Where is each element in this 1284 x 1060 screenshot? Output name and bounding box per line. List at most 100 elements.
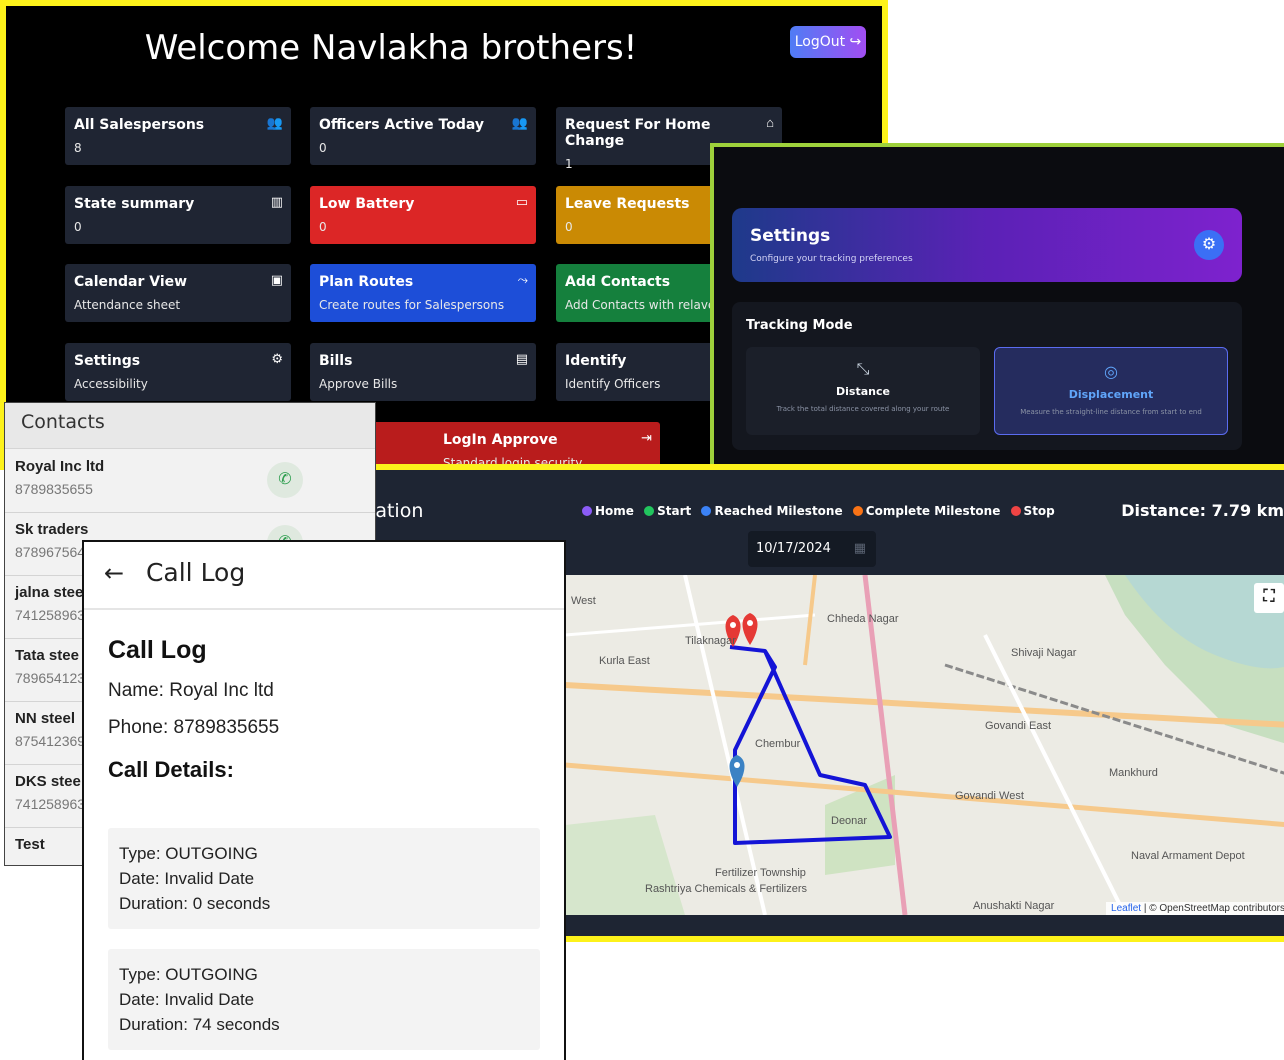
call-date: Date: Invalid Date <box>119 869 255 888</box>
call-type: Type: OUTGOING <box>119 844 258 863</box>
phone-icon[interactable]: ✆ <box>267 462 303 498</box>
card-title: Low Battery <box>319 196 415 212</box>
card-value: 8 <box>74 141 82 155</box>
card-value: 0 <box>319 141 327 155</box>
legend-dot-home <box>582 506 592 516</box>
login-icon: ⇥ <box>641 430 652 445</box>
ruler-icon: ⤡ <box>856 361 870 378</box>
card-all-salespersons[interactable]: All Salespersons 8 👥 <box>65 107 291 165</box>
settings-header: Settings Configure your tracking prefere… <box>732 208 1242 282</box>
logout-button[interactable]: LogOut ↪ <box>790 26 866 58</box>
card-title: Settings <box>74 353 141 369</box>
users-icon: 👥 <box>266 115 283 130</box>
call-log-panel: ← Call Log Call Log Name: Royal Inc ltd … <box>82 540 566 1060</box>
map-label: Chembur <box>755 738 801 750</box>
map-pin-icon: ◎ <box>1104 364 1118 381</box>
card-value: 0 <box>319 220 327 234</box>
card-settings[interactable]: Settings Accessibility ⚙ <box>65 343 291 401</box>
map-legend: Home Start Reached Milestone Complete Mi… <box>576 504 1055 518</box>
call-log-heading: Call Log <box>108 636 207 664</box>
legend-start: Start <box>657 504 692 518</box>
card-state-summary[interactable]: State summary 0 ▥ <box>65 186 291 244</box>
settings-title: Settings <box>750 226 831 246</box>
mode-label: Displacement <box>1068 388 1154 401</box>
call-date: Date: Invalid Date <box>119 990 255 1009</box>
mode-description: Track the total distance covered along y… <box>776 405 950 413</box>
card-title: Officers Active Today <box>319 117 485 133</box>
card-low-battery[interactable]: Low Battery 0 ▭ <box>310 186 536 244</box>
map-label: Govandi East <box>985 720 1052 732</box>
map-label: Mankhurd <box>1109 767 1158 779</box>
map-label: Anushakti Nagar <box>973 900 1055 912</box>
legend-dot-complete <box>852 506 863 516</box>
card-title: State summary <box>74 196 195 212</box>
calendar-icon: ▦ <box>853 541 866 556</box>
mode-description: Measure the straight-line distance from … <box>1020 408 1202 416</box>
leaflet-link[interactable]: Leaflet <box>1111 903 1141 914</box>
logout-label: LogOut <box>794 34 846 50</box>
card-title: Bills <box>319 353 353 369</box>
map-label: Rashtriya Chemicals & Fertilizers <box>645 883 807 895</box>
logout-icon: ↪ <box>849 34 862 50</box>
contact-phone-line: Phone: 8789835655 <box>108 717 280 738</box>
contact-name-line: Name: Royal Inc ltd <box>108 680 274 701</box>
call-duration: Duration: 74 seconds <box>119 1015 280 1034</box>
contact-row[interactable]: Royal Inc ltd 8789835655 ✆ <box>5 450 375 513</box>
date-picker[interactable]: 10/17/2024 ▦ <box>748 531 876 567</box>
mode-label: Distance <box>836 385 890 398</box>
map-canvas <box>565 575 1284 915</box>
attribution-text: | © OpenStreetMap contributors <box>1143 903 1284 914</box>
card-plan-routes[interactable]: Plan Routes Create routes for Salesperso… <box>310 264 536 322</box>
map-label: Govandi West <box>955 790 1024 802</box>
card-title: Plan Routes <box>319 274 414 290</box>
card-subtitle: Attendance sheet <box>74 298 181 312</box>
card-login-approve[interactable]: LogIn Approve Standard login security ⇥ <box>434 422 660 464</box>
card-officers-active-today[interactable]: Officers Active Today 0 👥 <box>310 107 536 165</box>
fullscreen-icon[interactable]: ⛶ <box>1254 583 1284 613</box>
card-subtitle: Approve Bills <box>319 377 398 391</box>
map-label: Kurla East <box>599 655 650 667</box>
mode-displacement-option[interactable]: ◎ Displacement Measure the straight-line… <box>994 347 1228 435</box>
card-title: LogIn Approve <box>443 432 558 448</box>
battery-icon: ▭ <box>515 194 528 209</box>
map-label: Fertilizer Township <box>715 867 806 879</box>
gear-icon: ⚙ <box>271 351 283 366</box>
mode-distance-option[interactable]: ⤡ Distance Track the total distance cove… <box>746 347 980 435</box>
appbar-title: Call Log <box>145 558 246 587</box>
call-duration: Duration: 0 seconds <box>119 894 271 913</box>
map-label: Chheda Nagar <box>827 613 899 625</box>
contact-name: Royal Inc ltd <box>15 458 105 475</box>
card-bills[interactable]: Bills Approve Bills ▤ <box>310 343 536 401</box>
card-title: All Salespersons <box>74 117 205 133</box>
home-icon: ⌂ <box>766 115 774 130</box>
card-subtitle: Create routes for Salespersons <box>319 298 505 312</box>
date-value: 10/17/2024 <box>756 541 831 556</box>
calendar-icon: ▣ <box>270 272 283 287</box>
save-icon: ▤ <box>515 351 528 366</box>
gear-icon[interactable]: ⚙ <box>1194 230 1224 260</box>
back-arrow-icon[interactable]: ← <box>104 559 138 587</box>
legend-stop: Stop <box>1023 504 1055 518</box>
contact-phone: 8789835655 <box>15 481 93 497</box>
legend-dot-start <box>644 506 655 516</box>
call-entry: Type: OUTGOING Date: Invalid Date Durati… <box>108 949 540 1050</box>
tracking-mode-label: Tracking Mode <box>746 318 853 333</box>
legend-dot-reached <box>701 506 712 516</box>
tracking-mode-section: Tracking Mode ⤡ Distance Track the total… <box>732 302 1242 450</box>
card-subtitle: Accessibility <box>74 377 148 391</box>
welcome-heading: Welcome Navlakha brothers! <box>144 28 638 68</box>
route-icon: ⤳ <box>517 272 528 287</box>
map-label: Shivaji Nagar <box>1011 647 1077 659</box>
call-log-body: Call Log Name: Royal Inc ltd Phone: 8789… <box>84 610 564 809</box>
card-calendar-view[interactable]: Calendar View Attendance sheet ▣ <box>65 264 291 322</box>
card-title: Calendar View <box>74 274 188 290</box>
distance-readout: Distance: 7.79 km <box>1121 501 1284 520</box>
bar-chart-icon: ▥ <box>270 194 283 209</box>
settings-panel: Settings Configure your tracking prefere… <box>710 143 1284 469</box>
call-details-heading: Call Details: <box>108 757 234 782</box>
map-label: Deonar <box>831 815 868 827</box>
call-log-appbar: ← Call Log <box>84 542 564 610</box>
route-map[interactable]: Chheda Nagar Shivaji Nagar Kurla East Go… <box>565 575 1284 915</box>
map-label: Tilaknagar <box>685 635 736 647</box>
call-entry: Type: OUTGOING Date: Invalid Date Durati… <box>108 828 540 929</box>
